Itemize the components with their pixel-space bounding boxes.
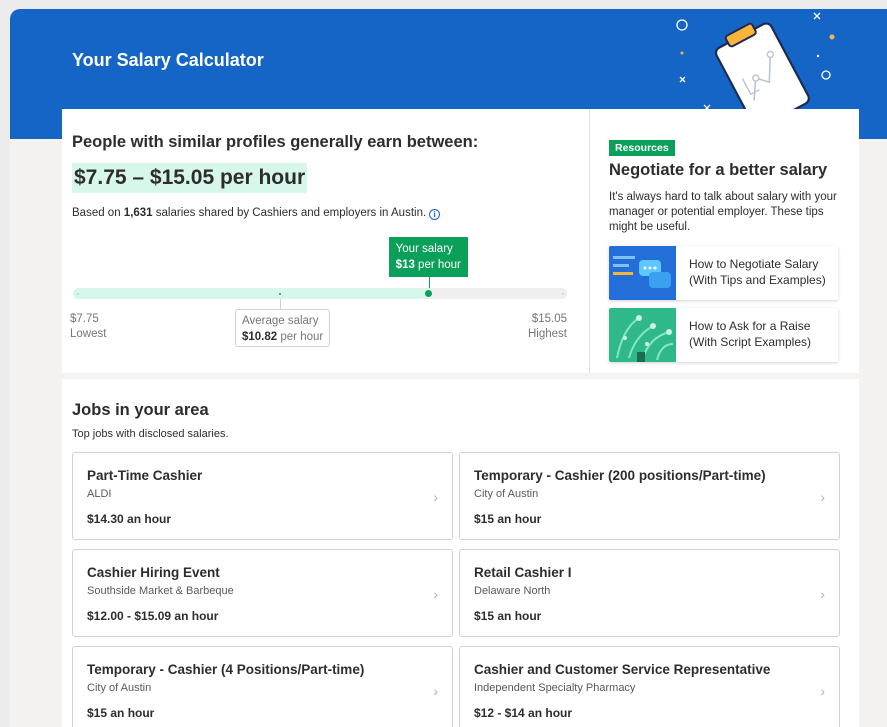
- summary-heading: People with similar profiles generally e…: [72, 133, 479, 151]
- jobs-subtitle: Top jobs with disclosed salaries.: [72, 428, 229, 440]
- bar-tick-high: [562, 293, 564, 295]
- salary-range: $7.75 – $15.05 per hour: [72, 163, 308, 193]
- lowest-value: $7.75: [70, 313, 99, 325]
- job-title: Retail Cashier I: [474, 565, 572, 580]
- highest-value: $15.05: [531, 313, 567, 325]
- job-pay: $14.30 an hour: [87, 512, 172, 526]
- jobs-section: Jobs in your area Top jobs with disclose…: [62, 379, 859, 727]
- job-company: ALDI: [87, 488, 112, 500]
- salary-range-fill: [73, 288, 429, 299]
- based-on-text: Based on 1,631 salaries shared by Cashie…: [72, 207, 441, 220]
- average-value-line: $10.82 per hour: [242, 329, 329, 345]
- job-company: City of Austin: [87, 682, 152, 694]
- average-unit: per hour: [277, 331, 324, 343]
- average-value: $10.82: [242, 331, 278, 343]
- chevron-right-icon: ›: [433, 683, 438, 699]
- job-pay: $15 an hour: [474, 609, 542, 623]
- your-salary-label: Your salary: [395, 243, 453, 255]
- your-salary-unit: per hour: [414, 259, 461, 271]
- chevron-right-icon: ›: [820, 489, 825, 505]
- resource-article-negotiate[interactable]: How to Negotiate Salary (With Tips and E…: [609, 246, 838, 300]
- your-salary-value: $13: [395, 259, 415, 271]
- job-company: Independent Specialty Pharmacy: [474, 682, 636, 694]
- average-salary-box: Average salary $10.82 per hour: [235, 309, 330, 347]
- salary-summary-card: People with similar profiles generally e…: [62, 109, 859, 373]
- page-title: Your Salary Calculator: [72, 50, 264, 70]
- job-title: Temporary - Cashier (200 positions/Part-…: [474, 468, 766, 483]
- job-company: City of Austin: [474, 488, 539, 500]
- based-post: salaries shared by Cashiers and employer…: [152, 207, 427, 219]
- chevron-right-icon: ›: [433, 489, 438, 505]
- resource-article-raise[interactable]: How to Ask for a Raise (With Script Exam…: [609, 308, 838, 362]
- resource-article-title: How to Ask for a Raise (With Script Exam…: [689, 319, 812, 349]
- jobs-title: Jobs in your area: [72, 401, 209, 419]
- job-pay: $12 - $14 an hour: [474, 706, 573, 720]
- job-pay: $12.00 - $15.09 an hour: [87, 609, 219, 623]
- job-title: Cashier Hiring Event: [87, 565, 220, 580]
- clipboard-illustration-icon: [676, 12, 835, 114]
- chevron-right-icon: ›: [820, 586, 825, 602]
- plant-illustration-icon: [609, 308, 676, 362]
- job-card[interactable]: Temporary - Cashier (200 positions/Part-…: [459, 452, 840, 540]
- chevron-right-icon: ›: [820, 683, 825, 699]
- job-title: Temporary - Cashier (4 Positions/Part-ti…: [87, 662, 365, 677]
- highest-label: Highest: [528, 328, 567, 340]
- chat-illustration-icon: [609, 246, 676, 300]
- based-count: 1,631: [123, 207, 153, 219]
- lowest-salary: $7.75 Lowest: [70, 312, 106, 342]
- job-card[interactable]: Retail Cashier I Delaware North $15 an h…: [459, 549, 840, 637]
- job-company: Delaware North: [474, 585, 551, 597]
- resources-section: Resources Negotiate for a better salary …: [589, 109, 859, 373]
- average-pointer: [280, 299, 282, 309]
- job-pay: $15 an hour: [87, 706, 155, 720]
- your-salary-value-line: $13 per hour: [396, 257, 468, 273]
- job-title: Part-Time Cashier: [87, 468, 203, 483]
- resources-badge: Resources: [609, 140, 675, 156]
- resources-title: Negotiate for a better salary: [609, 161, 828, 179]
- your-salary-tooltip: Your salary $13 per hour: [388, 237, 468, 277]
- info-icon[interactable]: i: [429, 209, 441, 220]
- resource-article-title: How to Negotiate Salary (With Tips and E…: [689, 257, 826, 287]
- highest-salary: $15.05 Highest: [528, 312, 567, 342]
- bar-tick-low: [77, 293, 79, 295]
- based-pre: Based on: [72, 207, 124, 219]
- lowest-label: Lowest: [70, 328, 107, 340]
- job-card[interactable]: Cashier and Customer Service Representat…: [459, 646, 840, 727]
- average-label: Average salary: [242, 315, 319, 327]
- salary-calculator-page: Your Salary Calculator People with simil…: [10, 9, 887, 727]
- job-card[interactable]: Cashier Hiring Event Southside Market & …: [72, 549, 453, 637]
- job-title: Cashier and Customer Service Representat…: [474, 662, 771, 677]
- chevron-right-icon: ›: [433, 586, 438, 602]
- job-card[interactable]: Temporary - Cashier (4 Positions/Part-ti…: [72, 646, 453, 727]
- job-pay: $15 an hour: [474, 512, 542, 526]
- job-company: Southside Market & Barbeque: [87, 585, 234, 597]
- salary-range-section: People with similar profiles generally e…: [62, 109, 589, 373]
- job-card[interactable]: Part-Time Cashier ALDI $14.30 an hour ›: [72, 452, 453, 540]
- resources-body: It's always hard to talk about salary wi…: [609, 191, 837, 233]
